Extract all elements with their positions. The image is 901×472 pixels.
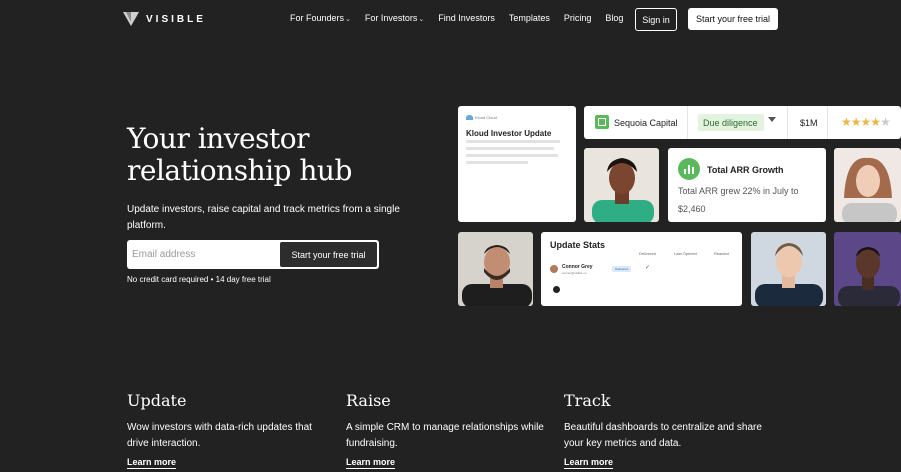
avatar: [550, 265, 558, 273]
icon-bar: [688, 165, 690, 174]
feature-title: Track: [564, 391, 611, 410]
person-photo: [751, 232, 826, 306]
check-icon: ✓: [645, 265, 651, 271]
nav-link-label: For Founders: [290, 13, 345, 23]
feature-title: Update: [127, 391, 187, 410]
investor-update-card: Kloud Cloud Kloud Investor Update: [458, 106, 576, 222]
icon-bar: [692, 167, 694, 174]
contact-email: connor@visible.vc: [562, 271, 587, 275]
feature-track: Track Beautiful dashboards to centralize…: [564, 391, 769, 469]
stage-select[interactable]: Due diligence: [698, 114, 764, 131]
star-icon: ★: [860, 115, 872, 129]
chevron-down-icon: ⌄: [345, 16, 351, 23]
star-icon: ★: [850, 115, 862, 129]
investor-name: Sequoia Capital: [614, 118, 678, 128]
email-input[interactable]: [127, 240, 279, 269]
column-header: Delivered: [639, 251, 656, 256]
icon-bar: [684, 169, 686, 174]
feature-text: A simple CRM to manage relationships whi…: [346, 422, 544, 449]
feature-text: Wow investors with data-rich updates tha…: [127, 422, 312, 449]
status-badge: Delivered: [612, 266, 631, 272]
nav-link-blog[interactable]: Blog: [605, 13, 623, 23]
contact-name: Connor Grey: [562, 264, 593, 270]
person-photo: [834, 232, 901, 306]
hero-trial-button[interactable]: Start your free trial: [280, 242, 377, 267]
divider: [787, 106, 788, 139]
learn-more-link[interactable]: Learn more: [127, 457, 177, 469]
divider: [827, 106, 828, 139]
investment-amount: $1M: [800, 118, 818, 128]
nav-trial-button[interactable]: Start your free trial: [688, 8, 778, 30]
feature-update: Update Wow investors with data-rich upda…: [127, 391, 332, 469]
arr-text: Total ARR grew 22% in July to: [678, 186, 799, 196]
top-nav: VISIBLE For Founders⌄ For Investors⌄ Fin…: [0, 0, 901, 38]
visible-logo-icon: [123, 12, 139, 26]
hero-subtitle: Update investors, raise capital and trac…: [127, 204, 400, 231]
rating-stars: ★★★★★: [841, 115, 891, 129]
feature-title: Raise: [346, 391, 391, 410]
text-line: [466, 140, 560, 143]
nav-link-label: For Investors: [364, 13, 418, 23]
nav-links: For Founders⌄ For Investors⌄ Find Invest…: [290, 13, 623, 23]
signup-form: Start your free trial: [127, 240, 379, 269]
cloud-icon: [466, 115, 473, 120]
arr-growth-card: Total ARR Growth Total ARR grew 22% in J…: [668, 148, 826, 222]
nav-link-for-investors[interactable]: For Investors⌄: [365, 13, 424, 23]
nav-link-templates[interactable]: Templates: [509, 13, 550, 23]
person-photo: [834, 148, 901, 222]
sign-in-button[interactable]: Sign in: [635, 8, 677, 31]
visible-logo[interactable]: VISIBLE: [123, 11, 206, 27]
learn-more-link[interactable]: Learn more: [346, 457, 396, 469]
divider: [687, 106, 688, 139]
update-stats-card: Update Stats Delivered Last Opened React…: [541, 232, 742, 306]
arr-title: Total ARR Growth: [707, 165, 784, 175]
caret-down-icon[interactable]: [768, 117, 776, 122]
avatar: [553, 286, 560, 293]
kloud-logo-text: Kloud Cloud: [475, 115, 497, 120]
update-title: Kloud Investor Update: [466, 129, 552, 138]
bar-chart-icon: [678, 158, 700, 180]
nav-link-for-founders[interactable]: For Founders⌄: [290, 13, 351, 23]
nav-link-find-investors[interactable]: Find Investors: [438, 13, 495, 23]
chevron-down-icon: ⌄: [418, 16, 425, 23]
text-line: [466, 147, 554, 150]
text-line: [466, 161, 528, 164]
star-icon: ★: [870, 115, 881, 129]
person-photo: [584, 148, 659, 222]
kloud-logo: Kloud Cloud: [466, 115, 497, 120]
signup-note: No credit card required • 14 day free tr…: [127, 275, 271, 284]
hero-title: Your investor relationship hub: [127, 122, 352, 187]
arr-value: $2,460: [678, 204, 706, 214]
sequoia-logo-icon: [595, 115, 609, 129]
update-stats-title: Update Stats: [550, 240, 606, 250]
learn-more-link[interactable]: Learn more: [564, 457, 614, 469]
person-photo: [458, 232, 533, 306]
feature-text: Beautiful dashboards to centralize and s…: [564, 422, 762, 449]
logo-text: VISIBLE: [146, 13, 206, 25]
nav-link-pricing[interactable]: Pricing: [564, 13, 592, 23]
feature-raise: Raise A simple CRM to manage relationshi…: [346, 391, 551, 469]
star-icon: ★: [841, 115, 852, 129]
column-header: Reacted: [714, 251, 729, 256]
column-header: Last Opened: [674, 251, 697, 256]
crm-row[interactable]: Sequoia Capital Due diligence $1M ★★★★★: [584, 106, 901, 139]
text-line: [466, 154, 558, 157]
star-icon: ★: [880, 115, 891, 129]
